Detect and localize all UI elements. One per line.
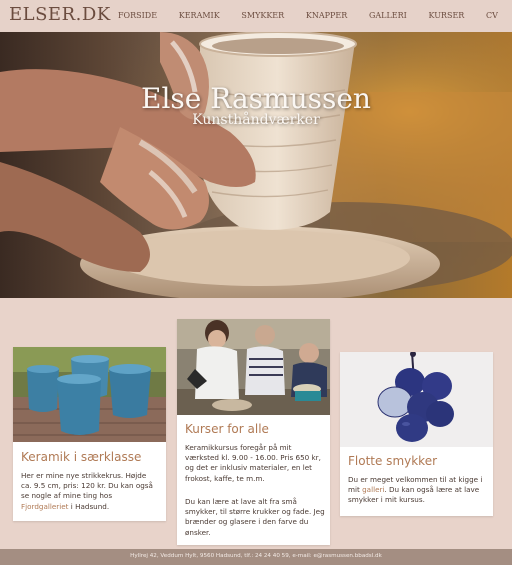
card-smykker-title: Flotte smykker bbox=[348, 454, 438, 468]
hero-banner: Else Rasmussen Kunsthåndværker bbox=[0, 32, 512, 298]
site-header: ELSER.DK FORSIDE KERAMIK SMYKKER KNAPPER… bbox=[0, 0, 512, 32]
mugs-image bbox=[13, 347, 166, 442]
workshop-image bbox=[177, 319, 330, 415]
site-logo[interactable]: ELSER.DK bbox=[9, 4, 111, 25]
nav-item-kurser[interactable]: KURSER bbox=[429, 11, 465, 20]
nav-item-galleri[interactable]: GALLERI bbox=[369, 11, 407, 20]
card-kurser-title: Kurser for alle bbox=[185, 422, 269, 436]
card-kurser: Kurser for alle Keramikkursus foregår på… bbox=[177, 319, 330, 545]
card-kurser-para2: Du kan lære at lave alt fra små smykker,… bbox=[185, 497, 325, 537]
nav-item-cv[interactable]: CV bbox=[486, 11, 498, 20]
card-keramik-text-before: Her er mine nye strikkekrus. Højde ca. 9… bbox=[21, 471, 153, 501]
hero-title: Else Rasmussen bbox=[141, 82, 371, 115]
card-smykker: Flotte smykker Du er meget velkommen til… bbox=[340, 352, 493, 516]
card-keramik: Keramik i særklasse Her er mine nye stri… bbox=[13, 347, 166, 521]
nav-item-forside[interactable]: FORSIDE bbox=[118, 11, 157, 20]
card-kurser-image[interactable] bbox=[177, 319, 330, 415]
card-keramik-image[interactable] bbox=[13, 347, 166, 442]
fjordgalleriet-link[interactable]: Fjordgalleriet bbox=[21, 502, 69, 511]
nav-item-keramik[interactable]: KERAMIK bbox=[179, 11, 220, 20]
card-kurser-para1: Keramikkursus foregår på mit værksted kl… bbox=[185, 443, 321, 483]
card-smykker-text: Du er meget velkommen til at kigge i mit… bbox=[348, 475, 488, 506]
hero-subtitle: Kunsthåndværker bbox=[192, 112, 320, 128]
card-keramik-text: Her er mine nye strikkekrus. Højde ca. 9… bbox=[21, 471, 159, 512]
nav-item-knapper[interactable]: KNAPPER bbox=[306, 11, 347, 20]
card-smykker-image[interactable] bbox=[340, 352, 493, 447]
card-keramik-title: Keramik i særklasse bbox=[21, 450, 142, 464]
galleri-link[interactable]: galleri bbox=[362, 485, 384, 494]
site-footer: Hyllrej 42, Veddum Hylt, 9560 Hadsund, t… bbox=[0, 549, 512, 565]
card-keramik-text-after: i Hadsund. bbox=[68, 501, 110, 511]
main-nav: FORSIDE KERAMIK SMYKKER KNAPPER GALLERI … bbox=[118, 11, 498, 20]
jewelry-image bbox=[340, 352, 493, 447]
nav-item-smykker[interactable]: SMYKKER bbox=[241, 11, 284, 20]
hero-pottery-image bbox=[0, 32, 512, 298]
footer-contact: Hyllrej 42, Veddum Hylt, 9560 Hadsund, t… bbox=[130, 553, 382, 559]
